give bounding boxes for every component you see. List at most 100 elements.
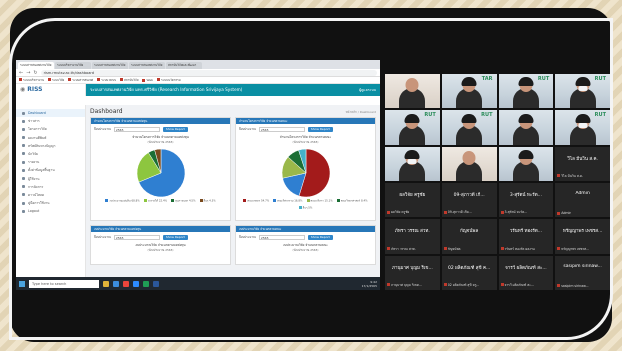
background-logo: RUT: [537, 76, 550, 82]
bookmarks-bar: ระบบบริหารงาน ระบบวิจัย ระบบสารสนเทศ ระบ…: [16, 77, 380, 84]
sidebar-item-dashboard[interactable]: Dashboard: [16, 109, 85, 118]
participant-tile[interactable]: [498, 146, 554, 181]
participant-label-muted: จารวี ผลิตภัณฑ์ สะ...: [501, 283, 534, 288]
participant-tile[interactable]: จารวี ผลิตภัณฑ์ สะ... จารวี ผลิตภัณฑ์ สะ.…: [498, 255, 554, 290]
app-title: ระบบสารสนเทศงานวิจัย มทร.ศรีวิชัย (Resea…: [90, 87, 243, 92]
filter-label: ปีงบประมาณ: [239, 127, 256, 131]
back-icon[interactable]: ←: [19, 69, 23, 77]
year-select[interactable]: 2565: [258, 127, 305, 132]
app-title-bar: ระบบสารสนเทศงานวิจัย มทร.ศรีวิชัย (Resea…: [86, 84, 380, 96]
participant-tile[interactable]: TAR: [441, 74, 497, 109]
participant-label-muted: 09-สุภาวดี เกีย...: [444, 210, 472, 215]
excel-icon[interactable]: [143, 280, 149, 287]
sidebar-item[interactable]: นักวิจัย: [16, 150, 85, 158]
participant-hair: [404, 149, 420, 159]
browser-tab[interactable]: ระบบสารสนเทศงานวิจัย: [92, 62, 128, 69]
participant-tile[interactable]: [385, 74, 440, 109]
participant-tile[interactable]: [385, 146, 440, 181]
show-report-button[interactable]: Show Report: [307, 235, 333, 240]
zoom-icon[interactable]: [133, 280, 139, 287]
legend-item: งบรายได้ 22.4%: [143, 199, 167, 204]
forward-icon[interactable]: →: [26, 69, 30, 77]
taskbar-clock[interactable]: 9:42 17/1/2565: [362, 280, 377, 288]
sidebar-item[interactable]: ดาวน์โหลด: [16, 191, 85, 199]
app-logo[interactable]: ◉ RISS: [16, 84, 86, 96]
year-select[interactable]: 2565: [113, 235, 160, 240]
sidebar-item[interactable]: ผลงานตีพิมพ์: [16, 134, 85, 142]
legend-swatch: [336, 199, 340, 202]
participant-label-muted: 3-สุรัตน์ หะรัต...: [501, 210, 528, 215]
sidebar-item[interactable]: ข่าวสาร: [16, 117, 85, 125]
show-report-button[interactable]: Show Report: [162, 235, 188, 240]
participant-tile[interactable]: [441, 146, 497, 181]
filter-label: ปีงบประมาณ: [239, 235, 256, 239]
participant-tile[interactable]: ภัทรา วรรณ สวท. ภัทรา วรรณ สวท.: [385, 219, 440, 254]
participant-hair: [518, 77, 534, 87]
participant-tile[interactable]: 02 ผลิตภัณฑ์ สุขี ค... 02 ผลิตภัณฑ์ สุขี …: [441, 255, 497, 290]
participant-name: ผลวิจัย ครูชัย: [399, 192, 426, 198]
sidebar-item[interactable]: การจัดการ: [16, 183, 85, 191]
sidebar-item[interactable]: โครงการวิจัย: [16, 125, 85, 133]
participant-tile[interactable]: RUT: [555, 110, 610, 145]
bookmark[interactable]: ระบบ RISS: [97, 78, 116, 83]
bookmark[interactable]: สถาบันวิจัย: [120, 78, 139, 83]
word-icon[interactable]: [153, 280, 159, 287]
participant-tile[interactable]: 09-สุภาวดี เกี... 09-สุภาวดี เกีย...: [441, 182, 497, 218]
participant-name: 02 ผลิตภัณฑ์ สุขี ค...: [447, 265, 491, 271]
participant-tile[interactable]: กัญจน์พล กัญจน์พล: [441, 219, 497, 254]
bookmark[interactable]: Web: [142, 78, 153, 82]
participant-tile[interactable]: RUT: [385, 110, 440, 145]
user-menu[interactable]: ผู้ดูแลระบบ: [359, 84, 376, 96]
participant-tile[interactable]: RUT: [441, 110, 497, 145]
participant-tile[interactable]: Admin Admin: [555, 182, 610, 218]
participant-tile[interactable]: วรันทร์ ทองรัต... วรันทร์ ทองรัต ผลงาน: [498, 219, 554, 254]
participant-tile[interactable]: ผลวิจัย ครูชัย ผลวิจัย ครูชัย: [385, 182, 440, 218]
sidebar-item[interactable]: ทรัพย์สินทางปัญญา: [16, 142, 85, 150]
windows-start-icon[interactable]: [19, 280, 25, 287]
show-report-button[interactable]: Show Report: [162, 127, 188, 132]
chart-legend: งบประมาณแผ่นดิน 68.8% งบรายได้ 22.4% ทุนภา…: [91, 199, 230, 204]
legend-swatch: [105, 199, 109, 202]
sidebar-item[interactable]: ผู้ใช้งาน: [16, 175, 85, 183]
bookmark[interactable]: ระบบนวัตกรรม: [157, 78, 181, 83]
url-field[interactable]: rism.rmutsv.ac.th/dashboard: [40, 69, 377, 76]
show-report-button[interactable]: Show Report: [307, 127, 333, 132]
participant-label-muted: ภานุมาศ บุญม ริเขต...: [387, 283, 422, 288]
reload-icon[interactable]: ↻: [33, 69, 37, 77]
legend-item: คณะเกษตร 54.7%: [243, 199, 269, 204]
taskbar-search-input[interactable]: Type here to search: [29, 279, 99, 288]
sidebar-item[interactable]: รายงาน: [16, 158, 85, 166]
background-logo: RUT: [424, 112, 436, 119]
browser-tab[interactable]: สถาบันวิจัยและพัฒนา: [166, 62, 202, 69]
participant-tile[interactable]: sasipim sirinaw... sasipim sirinaw...: [555, 255, 610, 290]
app-header: ◉ RISS ระบบสารสนเทศงานวิจัย มทร.ศรีวิชัย …: [16, 84, 380, 96]
participant-tile[interactable]: RUT: [555, 74, 610, 109]
chart-subtitle: (ปีงบประมาณ 2565): [292, 140, 319, 144]
sidebar-item[interactable]: ตั้งค่าข้อมูลพื้นฐาน: [16, 166, 85, 174]
participant-tile[interactable]: [498, 110, 554, 145]
browser-tab[interactable]: ระบบบริหารงานวิจัย: [55, 62, 91, 69]
year-select[interactable]: 2565: [113, 127, 160, 132]
bookmark[interactable]: ระบบสารสนเทศ: [68, 78, 93, 83]
participant-tile[interactable]: หรัญญาพร เพชรส... หรัญญาพร เพชรส...: [555, 219, 610, 254]
app-body: Dashboard ข่าวสาร โครงการวิจัย ผลงานตีพิ…: [16, 105, 380, 277]
edge-icon[interactable]: [113, 280, 119, 287]
bookmark[interactable]: ระบบวิจัย: [48, 78, 64, 83]
background-logo: TAR: [481, 76, 493, 82]
bookmark[interactable]: ระบบบริหารงาน: [19, 78, 44, 83]
participant-face: [462, 150, 476, 165]
participant-tile[interactable]: RUT: [498, 74, 554, 109]
participant-tile[interactable]: วิไล มีนวิน ส.ค. วิไล มีนวิน ส.ค.: [555, 146, 610, 181]
chrome-icon[interactable]: [123, 280, 129, 287]
file-explorer-icon[interactable]: [103, 280, 109, 287]
participant-tile[interactable]: ภานุมาศ บุญม ริเข... ภานุมาศ บุญม ริเขต..…: [385, 255, 440, 290]
participant-name: Admin: [575, 190, 590, 196]
browser-tab[interactable]: ระบบสารสนเทศงานวิจัย: [129, 62, 165, 69]
year-select[interactable]: 2565: [258, 235, 305, 240]
participant-tile[interactable]: 3-สุรัตน์ หะรัต... 3-สุรัตน์ หะรัต...: [498, 182, 554, 218]
sidebar-item-logout[interactable]: Logout: [16, 207, 85, 215]
participant-name: 09-สุภาวดี เกี...: [453, 192, 485, 198]
participant-name: 3-สุรัตน์ หะรัต...: [509, 192, 542, 198]
sidebar-item[interactable]: คู่มือการใช้งาน: [16, 199, 85, 207]
chart-subtitle: (ปีงบประมาณ 2565): [147, 248, 174, 252]
